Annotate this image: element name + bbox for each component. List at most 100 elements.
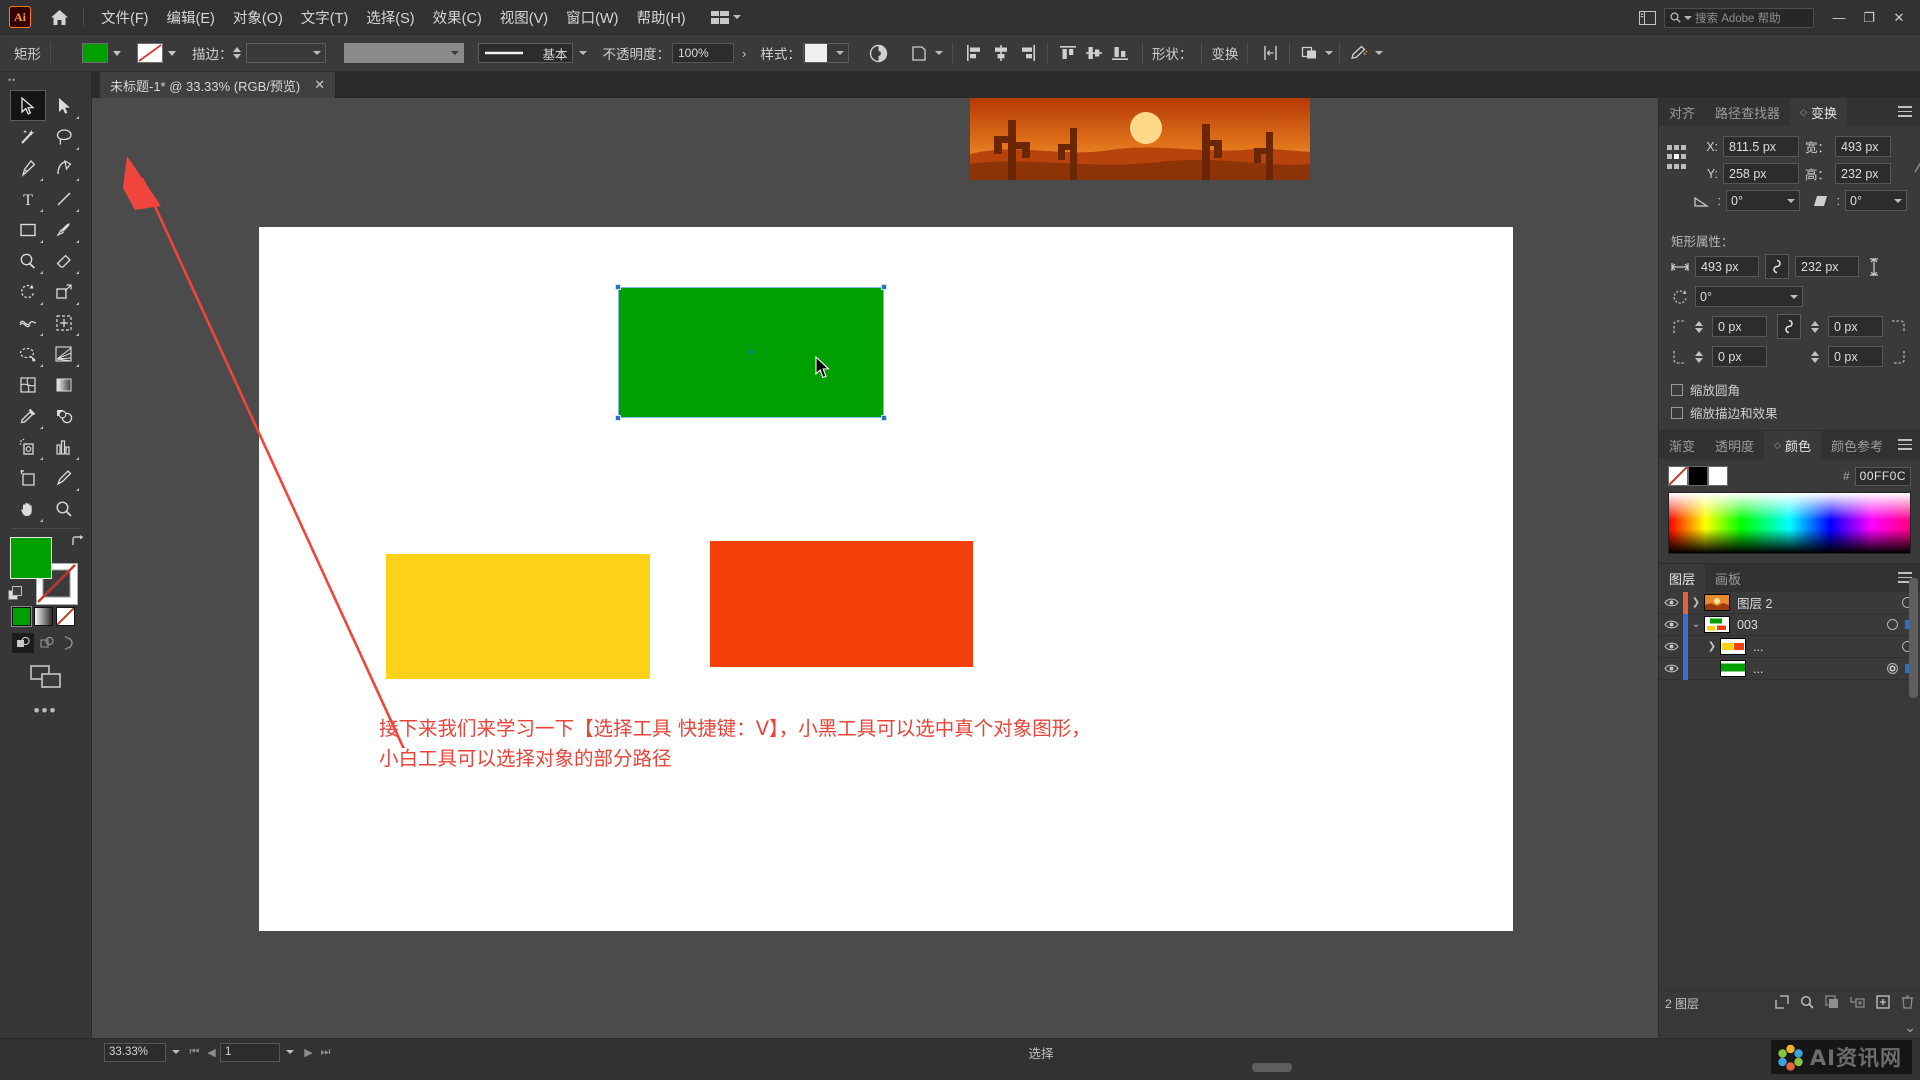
- edit-contents-icon[interactable]: [1349, 43, 1369, 63]
- workspace-switcher[interactable]: [710, 10, 741, 24]
- corner-tr-stepper[interactable]: [1811, 320, 1819, 333]
- width-tool[interactable]: [10, 307, 46, 338]
- scale-corners-checkbox[interactable]: [1671, 383, 1683, 396]
- link-corners-icon[interactable]: [1777, 314, 1801, 339]
- table-row[interactable]: ❯ 图层 2: [1659, 591, 1920, 614]
- table-row[interactable]: ...: [1659, 657, 1920, 680]
- corner-bl-stepper[interactable]: [1695, 350, 1703, 363]
- zoom-dropdown-icon[interactable]: [166, 1043, 186, 1062]
- delete-layer-icon[interactable]: [1901, 995, 1914, 1012]
- black-color-swatch[interactable]: [1688, 466, 1708, 486]
- tab-transparency[interactable]: 透明度: [1705, 431, 1764, 459]
- rect-width-input[interactable]: 493 px: [1695, 256, 1759, 277]
- chevron-right-icon[interactable]: ❯: [1688, 597, 1704, 608]
- transform-label[interactable]: 变换: [1211, 43, 1238, 63]
- gradient-tool[interactable]: [46, 369, 82, 400]
- hex-input[interactable]: 00FF0C: [1854, 466, 1911, 486]
- layer-name[interactable]: 图层 2: [1737, 593, 1902, 612]
- panel-grip[interactable]: ••: [0, 72, 91, 88]
- recolor-artwork-icon[interactable]: [869, 43, 889, 63]
- layer-name[interactable]: ...: [1753, 662, 1887, 676]
- target-indicator[interactable]: [1887, 663, 1898, 674]
- pen-tool[interactable]: [10, 152, 46, 183]
- corner-bl-input[interactable]: 0 px: [1712, 346, 1767, 367]
- style-dropdown[interactable]: [802, 43, 849, 63]
- chevron-down-icon[interactable]: ⌄: [1688, 619, 1704, 630]
- selection-handle-br[interactable]: [881, 415, 887, 421]
- paintbrush-tool[interactable]: [46, 214, 82, 245]
- tab-pathfinder[interactable]: 路径查找器: [1705, 98, 1790, 126]
- rectangle-tool[interactable]: [10, 214, 46, 245]
- eraser-tool[interactable]: [46, 245, 82, 276]
- tab-color[interactable]: ◇ 颜色: [1764, 431, 1821, 459]
- free-transform-tool[interactable]: [10, 338, 46, 369]
- align-center-horizontal-icon[interactable]: [991, 43, 1011, 63]
- panel-menu-icon[interactable]: [1898, 106, 1912, 120]
- selection-tool[interactable]: [10, 90, 46, 121]
- layer-name[interactable]: 003: [1737, 618, 1887, 632]
- corner-tl-input[interactable]: 0 px: [1712, 316, 1767, 337]
- menu-file[interactable]: 文件(F): [92, 3, 158, 32]
- yellow-rectangle[interactable]: [386, 554, 650, 679]
- align-to-selection-icon[interactable]: [910, 43, 930, 63]
- none-color-swatch[interactable]: [1668, 466, 1688, 486]
- corner-br-input[interactable]: 0 px: [1828, 346, 1883, 367]
- previous-artboard-icon[interactable]: ◀: [203, 1046, 220, 1059]
- color-fill-button[interactable]: [11, 606, 32, 627]
- tab-gradient[interactable]: 渐变: [1659, 431, 1705, 459]
- menu-effect[interactable]: 效果(C): [424, 3, 491, 32]
- constrain-proportions-toggle[interactable]: [1913, 136, 1920, 217]
- menu-object[interactable]: 对象(O): [224, 3, 292, 32]
- orange-rectangle[interactable]: [710, 541, 973, 667]
- corner-br-stepper[interactable]: [1811, 350, 1819, 363]
- visibility-toggle-icon[interactable]: [1659, 597, 1683, 608]
- align-top-icon[interactable]: [1058, 43, 1078, 63]
- none-fill-button[interactable]: [56, 607, 75, 626]
- gradient-mesh-tool[interactable]: [10, 369, 46, 400]
- horizontal-scrollbar[interactable]: [92, 1063, 1658, 1072]
- edit-toolbar-button[interactable]: •••: [0, 701, 91, 721]
- draw-normal-button[interactable]: [12, 633, 34, 653]
- chevron-down-icon[interactable]: [113, 50, 121, 56]
- menu-help[interactable]: 帮助(H): [627, 3, 694, 32]
- last-artboard-icon[interactable]: ⏭: [317, 1046, 334, 1059]
- height-input[interactable]: 232 px: [1835, 163, 1891, 184]
- column-graph-tool[interactable]: [46, 431, 82, 462]
- zoom-level-input[interactable]: 33.33%: [104, 1042, 166, 1062]
- type-tool[interactable]: T: [10, 183, 46, 214]
- canvas-area[interactable]: 接下来我们来学习一下【选择工具 快捷键：V】，小黑工具可以选中真个对象图形， 小…: [92, 98, 1658, 1038]
- isolate-group-icon[interactable]: [1260, 43, 1280, 63]
- swap-fill-stroke-icon[interactable]: [71, 535, 84, 551]
- visibility-toggle-icon[interactable]: [1659, 663, 1683, 674]
- align-left-icon[interactable]: [965, 43, 985, 63]
- menu-view[interactable]: 视图(V): [491, 3, 557, 32]
- artboard-dropdown-icon[interactable]: [280, 1043, 300, 1062]
- close-button[interactable]: ✕: [1884, 5, 1914, 31]
- menu-edit[interactable]: 编辑(E): [158, 3, 224, 32]
- eyedropper-tool[interactable]: [10, 400, 46, 431]
- table-row[interactable]: ⌄ 003: [1659, 613, 1920, 636]
- y-input[interactable]: 258 px: [1723, 163, 1799, 184]
- panel-menu-icon[interactable]: [1898, 439, 1912, 453]
- stroke-profile-dropdown[interactable]: [343, 43, 464, 63]
- make-clipping-mask-icon[interactable]: [1825, 995, 1839, 1012]
- default-fill-stroke-icon[interactable]: [8, 586, 24, 602]
- blend-tool[interactable]: [46, 400, 82, 431]
- align-center-vertical-icon[interactable]: [1084, 43, 1104, 63]
- tab-color-guide[interactable]: 颜色参考: [1821, 431, 1893, 459]
- symbol-sprayer-tool[interactable]: [10, 431, 46, 462]
- corner-tr-input[interactable]: 0 px: [1828, 316, 1883, 337]
- scrollbar-thumb[interactable]: [1252, 1063, 1292, 1072]
- menu-select[interactable]: 选择(S): [357, 3, 423, 32]
- curvature-tool[interactable]: [46, 152, 82, 183]
- selection-handle-tl[interactable]: [615, 284, 621, 290]
- color-spectrum[interactable]: [1668, 492, 1911, 554]
- minimize-button[interactable]: —: [1824, 5, 1854, 31]
- shape-builder-tool[interactable]: [46, 307, 82, 338]
- zoom-tool[interactable]: [46, 493, 82, 524]
- annotation-text[interactable]: 接下来我们来学习一下【选择工具 快捷键：V】，小黑工具可以选中真个对象图形， 小…: [379, 714, 1329, 774]
- scale-strokes-checkbox[interactable]: [1671, 406, 1683, 419]
- rect-rotate-dropdown[interactable]: 0°: [1695, 286, 1803, 307]
- panel-scrollbar[interactable]: [1909, 578, 1918, 698]
- close-icon[interactable]: ✕: [314, 77, 325, 93]
